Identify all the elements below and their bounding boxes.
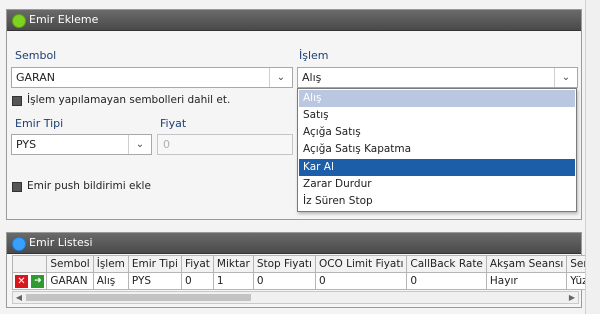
cell-stop-price: 0	[252, 272, 316, 290]
column-header[interactable]: Akşam Seansı	[485, 255, 568, 273]
order-entry-title: Emir Ekleme	[29, 13, 99, 26]
status-dot-icon	[12, 14, 26, 28]
send-order-icon[interactable]: ➜	[31, 274, 45, 288]
operation-option[interactable]: Satış	[299, 107, 575, 124]
cell-price: 0	[180, 272, 214, 290]
column-header[interactable]: OCO Limit Fiyatı	[314, 255, 408, 273]
symbol-value: GARAN	[16, 71, 55, 84]
row-actions-header	[11, 255, 48, 273]
chevron-down-icon[interactable]: ⌄	[554, 68, 577, 87]
push-notification-label: Emir push bildirimi ekle	[27, 180, 151, 192]
operation-option[interactable]: Kar Al	[299, 159, 575, 176]
column-header[interactable]: Miktar	[212, 255, 254, 273]
include-unlisted-label: İşlem yapılamayan sembolleri dahil et.	[27, 94, 231, 106]
price-placeholder: 0	[163, 138, 170, 151]
cell-callback-rate: 0	[406, 272, 487, 290]
operation-label: İşlem	[299, 49, 329, 62]
cell-order-type: PYS	[127, 272, 182, 290]
horizontal-scrollbar[interactable]: ◀ ▶	[12, 291, 579, 304]
operation-option[interactable]: Açığa Satış	[299, 124, 575, 141]
order-type-combobox[interactable]: PYS ⌄	[11, 134, 152, 155]
column-header[interactable]: Stop Fiyatı	[252, 255, 316, 273]
order-entry-header: Emir Ekleme	[7, 10, 581, 31]
cell-quantity: 1	[212, 272, 254, 290]
chevron-down-icon[interactable]: ⌄	[269, 68, 292, 87]
symbol-label: Sembol	[15, 49, 57, 62]
window-right-edge	[585, 0, 600, 314]
order-list-panel: Emir Listesi Sembol İşlem Emir Tipi Fiya…	[6, 232, 600, 308]
order-type-label: Emir Tipi	[15, 117, 64, 130]
column-header[interactable]: İşlem	[92, 255, 129, 273]
status-dot-icon	[12, 237, 26, 251]
cell-oco-limit: 0	[314, 272, 408, 290]
operation-dropdown-list[interactable]: Alış Satış Açığa Satış Açığa Satış Kapat…	[297, 88, 577, 212]
order-table: Sembol İşlem Emir Tipi Fiyat Miktar Stop…	[11, 255, 600, 290]
push-notification-checkbox[interactable]	[12, 182, 22, 192]
include-unlisted-checkbox[interactable]	[12, 96, 22, 106]
order-list-header: Emir Listesi	[7, 233, 581, 254]
table-row[interactable]: ✕ ➜ GARAN Alış PYS 0 1 0 0 0 Hayır Yüzde	[11, 272, 600, 290]
scroll-right-icon[interactable]: ▶	[566, 292, 578, 303]
order-list-title: Emir Listesi	[29, 236, 93, 249]
cell-operation: Alış	[92, 272, 129, 290]
operation-value: Alış	[302, 71, 322, 84]
scroll-left-icon[interactable]: ◀	[13, 292, 25, 303]
column-header[interactable]: Sembol	[46, 255, 94, 273]
order-type-value: PYS	[16, 138, 37, 151]
chevron-down-icon[interactable]: ⌄	[128, 135, 151, 154]
scrollbar-thumb[interactable]	[26, 294, 251, 301]
column-header[interactable]: CallBack Rate	[406, 255, 487, 273]
row-actions: ✕ ➜	[11, 272, 48, 290]
operation-option[interactable]: İz Süren Stop	[299, 193, 575, 210]
table-header-row: Sembol İşlem Emir Tipi Fiyat Miktar Stop…	[11, 255, 600, 273]
operation-option[interactable]: Zarar Durdur	[299, 176, 575, 193]
price-input[interactable]: 0	[157, 134, 293, 155]
price-label: Fiyat	[160, 117, 187, 130]
column-header[interactable]: Emir Tipi	[127, 255, 182, 273]
operation-option[interactable]: Açığa Satış Kapatma	[299, 141, 575, 158]
column-header[interactable]: Fiyat	[180, 255, 214, 273]
operation-combobox[interactable]: Alış ⌄	[297, 67, 578, 88]
cell-symbol: GARAN	[46, 272, 94, 290]
symbol-combobox[interactable]: GARAN ⌄	[11, 67, 293, 88]
cell-evening-session: Hayır	[485, 272, 568, 290]
delete-icon[interactable]: ✕	[15, 274, 28, 288]
operation-option[interactable]: Alış	[299, 90, 575, 107]
